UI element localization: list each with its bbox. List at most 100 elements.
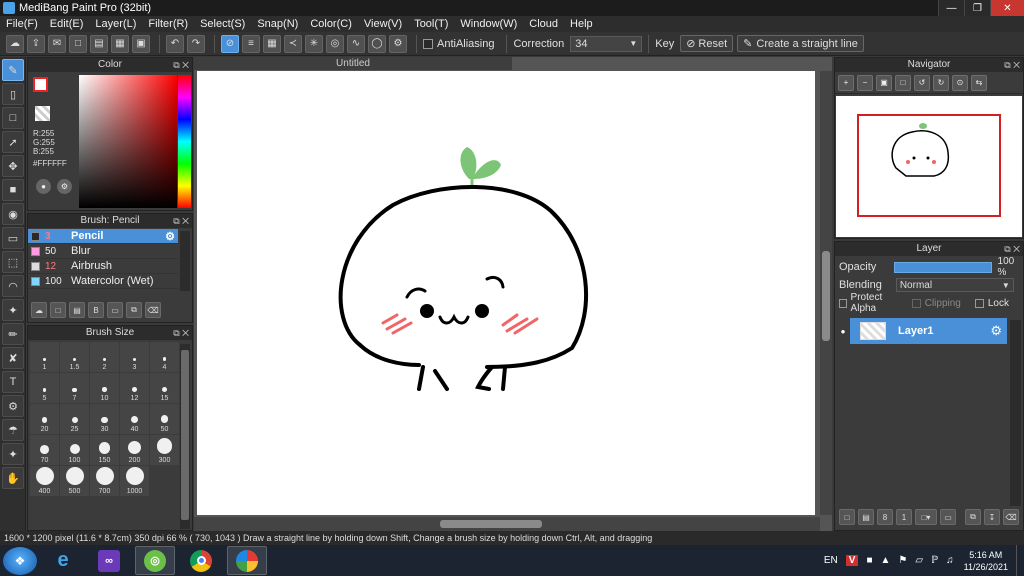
close-panel-icon[interactable]: ✕	[182, 328, 189, 338]
new-layer-icon[interactable]: □	[839, 509, 855, 525]
palette-settings-icon[interactable]: ⚙	[57, 179, 72, 194]
close-panel-icon[interactable]: ✕	[182, 60, 189, 70]
close-button[interactable]: ✕	[990, 0, 1024, 16]
cloud-icon[interactable]: ☁	[6, 34, 24, 53]
text-tool-icon[interactable]: T	[2, 371, 24, 393]
lock-checkbox[interactable]: Lock	[974, 298, 1009, 309]
brush-size-option[interactable]: 4	[150, 342, 179, 372]
scroll-thumb[interactable]	[822, 251, 830, 341]
undock-icon[interactable]: ⧉	[173, 328, 179, 338]
language-indicator[interactable]: EN	[824, 555, 838, 566]
transparent-color-swatch[interactable]	[35, 106, 50, 121]
foreground-color-swatch[interactable]	[33, 77, 48, 92]
reset-button[interactable]: ⊘ Reset	[680, 35, 734, 52]
network-icon[interactable]: ▱	[915, 555, 923, 566]
snap-ellipse-icon[interactable]: ◯	[368, 34, 386, 53]
undo-icon[interactable]: ↶	[166, 34, 184, 53]
dropper-icon[interactable]: ✦	[2, 443, 24, 465]
add-layer-menu-icon[interactable]: □▾	[915, 509, 937, 525]
menu-filter[interactable]: Filter(R)	[148, 18, 188, 30]
size-scrollbar[interactable]	[180, 344, 190, 529]
flip-icon[interactable]: ⇆	[971, 74, 987, 91]
eyedropper-icon[interactable]: ☂	[2, 419, 24, 441]
brush-size-option[interactable]: 500	[60, 466, 89, 496]
clipping-checkbox[interactable]: Clipping	[911, 298, 961, 309]
drawing-canvas[interactable]	[197, 71, 815, 515]
move-tool-icon[interactable]: ✥	[2, 155, 24, 177]
brush-item-blur[interactable]: 50 Blur	[28, 244, 178, 259]
antialiasing-checkbox[interactable]	[423, 38, 433, 49]
start-button[interactable]: ❖	[3, 546, 37, 575]
layer-item[interactable]: ● Layer1 ⚙	[836, 318, 1007, 344]
shape-tool-icon[interactable]: □	[2, 107, 24, 129]
antivirus-icon[interactable]: V	[845, 555, 859, 566]
brush-size-option[interactable]: 700	[90, 466, 119, 496]
magic-wand-icon[interactable]: ✦	[2, 299, 24, 321]
undock-icon[interactable]: ⧉	[1004, 60, 1010, 70]
menu-select[interactable]: Select(S)	[200, 18, 245, 30]
menu-tool[interactable]: Tool(T)	[414, 18, 448, 30]
palette-icon[interactable]: ●	[36, 179, 51, 194]
menu-window[interactable]: Window(W)	[460, 18, 517, 30]
duplicate-icon[interactable]: ⧉	[126, 302, 142, 318]
grid-icon[interactable]: ▦	[111, 34, 129, 53]
brush-size-option[interactable]: 1.5	[60, 342, 89, 372]
menu-edit[interactable]: Edit(E)	[50, 18, 84, 30]
rotate-right-icon[interactable]: ↻	[933, 74, 949, 91]
brush-size-option[interactable]: 3	[120, 342, 149, 372]
fill-rect-tool-icon[interactable]: ■	[2, 179, 24, 201]
brush-size-option[interactable]: 200	[120, 435, 149, 465]
brush-size-option[interactable]: 10	[90, 373, 119, 403]
zoom-out-icon[interactable]: −	[857, 74, 873, 91]
snap-off-icon[interactable]: ⊘	[221, 34, 239, 53]
actual-size-icon[interactable]: □	[895, 74, 911, 91]
brush-size-option[interactable]: 12	[120, 373, 149, 403]
brush-item-watercolor[interactable]: 100 Watercolor (Wet)	[28, 274, 178, 289]
document-tab[interactable]: Untitled	[194, 57, 512, 70]
layer-scrollbar[interactable]	[1010, 320, 1021, 506]
rotate-left-icon[interactable]: ↺	[914, 74, 930, 91]
correction-select[interactable]: 34 ▼	[570, 35, 643, 52]
new-halftone-layer-icon[interactable]: ▤	[858, 509, 874, 525]
bluetooth-icon[interactable]: ℙ	[931, 555, 938, 566]
menu-layer[interactable]: Layer(L)	[95, 18, 136, 30]
brush-size-option[interactable]: 300	[150, 435, 179, 465]
brush-item-airbrush[interactable]: 12 Airbrush	[28, 259, 178, 274]
line-tool-icon[interactable]: ➚	[2, 131, 24, 153]
undock-icon[interactable]: ⧉	[173, 60, 179, 70]
lasso-tool-icon[interactable]: ◠	[2, 275, 24, 297]
brush-size-option[interactable]: 40	[120, 404, 149, 434]
fit-icon[interactable]: ▣	[876, 74, 892, 91]
menu-view[interactable]: View(V)	[364, 18, 402, 30]
navigator-view-frame[interactable]	[857, 114, 1001, 217]
brush-size-option[interactable]: 7	[60, 373, 89, 403]
add-brush-icon[interactable]: ☁	[31, 302, 47, 318]
reset-rotation-icon[interactable]: ⊙	[952, 74, 968, 91]
brush-size-option[interactable]: 30	[90, 404, 119, 434]
new-1bit-layer-icon[interactable]: 1	[896, 509, 912, 525]
snap-settings-icon[interactable]: ⚙	[389, 34, 407, 53]
zoom-in-icon[interactable]: +	[838, 74, 854, 91]
brush-list-scrollbar[interactable]	[180, 231, 190, 291]
tray-arrow-icon[interactable]: ▲	[881, 555, 891, 566]
gear-icon[interactable]: ⚙	[165, 230, 175, 243]
brush-size-option[interactable]: 400	[30, 466, 59, 496]
comment-icon[interactable]: ✉	[48, 34, 66, 53]
brush-size-option[interactable]: 1	[30, 342, 59, 372]
close-panel-icon[interactable]: ✕	[1013, 60, 1020, 70]
undock-icon[interactable]: ⧉	[1004, 244, 1010, 254]
taskbar-chrome[interactable]	[181, 546, 221, 575]
straight-line-button[interactable]: ✎ Create a straight line	[737, 35, 864, 52]
hue-slider[interactable]	[178, 75, 191, 208]
hand-tool-icon[interactable]: ✋	[2, 467, 24, 489]
tray-app-icon[interactable]: ■	[866, 555, 872, 566]
snap-circle-icon[interactable]: ◎	[326, 34, 344, 53]
brush-size-option[interactable]: 50	[150, 404, 179, 434]
merge-down-icon[interactable]: ↧	[984, 509, 1000, 525]
brush-size-option[interactable]: 5	[30, 373, 59, 403]
volume-icon[interactable]: ♫	[946, 555, 954, 566]
taskbar-ie[interactable]: e	[43, 546, 83, 575]
canvas-horizontal-scrollbar[interactable]	[194, 517, 820, 531]
select-pen-icon[interactable]: ✏	[2, 323, 24, 345]
taskbar-medibang-paint[interactable]	[227, 546, 267, 575]
